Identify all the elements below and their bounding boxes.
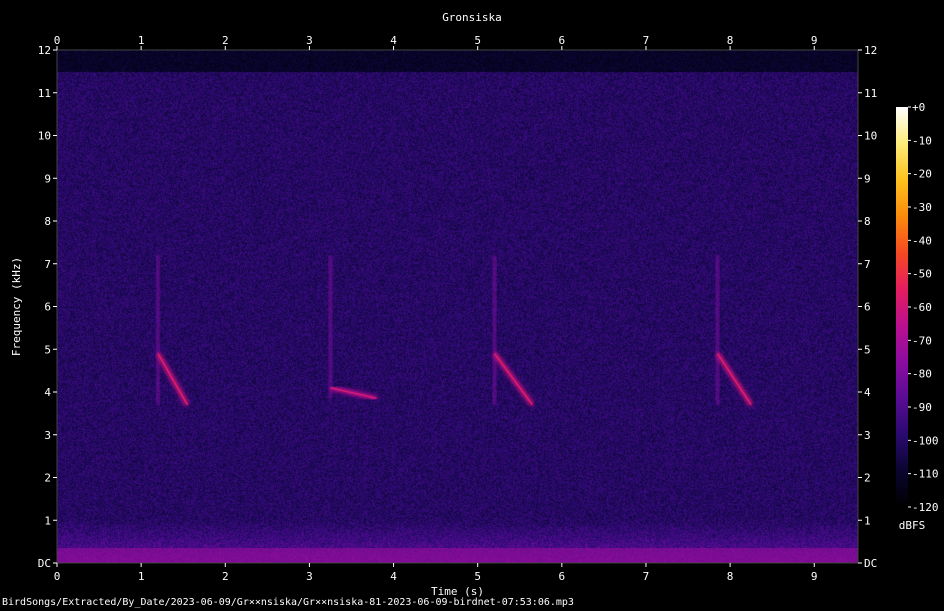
call-harmonic-column xyxy=(155,255,160,405)
call-harmonic-column xyxy=(492,255,497,405)
y-tick-label: 3 xyxy=(44,429,51,442)
y-tick-label-right: 8 xyxy=(864,215,871,228)
x-tick-label-top: 9 xyxy=(811,34,818,47)
chart-title: Gronsiska xyxy=(442,11,502,24)
x-tick-label: 3 xyxy=(306,570,313,583)
y-tick-label: 1 xyxy=(44,514,51,527)
y-tick-label-right: 12 xyxy=(864,44,877,57)
x-tick-label: 8 xyxy=(727,570,734,583)
spectrogram-low-band xyxy=(57,548,858,563)
colorbar-tick-label: -20 xyxy=(912,168,932,181)
colorbar-ticks: +0 -10 -20 -30 -40 -50 -60 -70 -80 -90 -100 -110 -12… xyxy=(908,101,939,514)
y-axis-label: Frequency (kHz) xyxy=(10,257,23,356)
y-tick-label-right: DC xyxy=(864,557,877,570)
x-tick-label-top: 0 xyxy=(54,34,61,47)
y-tick-label: 10 xyxy=(38,130,51,143)
y-tick-label-right: 1 xyxy=(864,514,871,527)
y-tick-label: 6 xyxy=(44,301,51,314)
y-tick-label-right: 3 xyxy=(864,429,871,442)
y-tick-label-right: 5 xyxy=(864,343,871,356)
colorbar-tick-label: -90 xyxy=(912,401,932,414)
x-tick-label: 2 xyxy=(222,570,229,583)
colorbar: +0 -10 -20 -30 -40 -50 -60 -70 -80 -90 -100 -110 -12… xyxy=(896,101,939,532)
x-tick-label-top: 6 xyxy=(559,34,566,47)
x-tick-label-top: 8 xyxy=(727,34,734,47)
y-tick-label: 7 xyxy=(44,258,51,271)
call-harmonic-column xyxy=(328,255,333,399)
x-tick-label-top: 3 xyxy=(306,34,313,47)
y-tick-label-right: 2 xyxy=(864,472,871,485)
y-tick-label-right: 6 xyxy=(864,301,871,314)
x-tick-label: 5 xyxy=(474,570,481,583)
y-tick-label-right: 10 xyxy=(864,130,877,143)
spectrogram-cutoff-region xyxy=(57,50,858,72)
x-tick-label: 1 xyxy=(138,570,145,583)
x-tick-label-top: 2 xyxy=(222,34,229,47)
x-tick-label: 6 xyxy=(559,570,566,583)
x-tick-label: 9 xyxy=(811,570,818,583)
y-tick-label: 12 xyxy=(38,44,51,57)
x-tick-label-top: 1 xyxy=(138,34,145,47)
plot-area xyxy=(56,49,859,564)
x-tick-label-top: 5 xyxy=(474,34,481,47)
y-tick-label-right: 9 xyxy=(864,172,871,185)
y-tick-label: 8 xyxy=(44,215,51,228)
colorbar-tick-label: -30 xyxy=(912,201,932,214)
colorbar-tick-label: -50 xyxy=(912,268,932,281)
colorbar-label: dBFS xyxy=(899,519,926,532)
spectrogram-noise xyxy=(57,50,858,563)
y-tick-label: 5 xyxy=(44,343,51,356)
colorbar-tick-label: -120 xyxy=(912,501,939,514)
colorbar-tick-label: -100 xyxy=(912,434,939,447)
colorbar-tick-label: -80 xyxy=(912,368,932,381)
colorbar-tick-label: -70 xyxy=(912,334,932,347)
source-file-path: BirdSongs/Extracted/By_Date/2023-06-09/G… xyxy=(2,597,574,608)
x-tick-label: 0 xyxy=(54,570,61,583)
x-tick-label: 4 xyxy=(390,570,397,583)
colorbar-tick-label: -40 xyxy=(912,234,932,247)
y-tick-label: 2 xyxy=(44,472,51,485)
colorbar-tick-label: -110 xyxy=(912,468,939,481)
colorbar-tick-label: -60 xyxy=(912,301,932,314)
y-tick-label: DC xyxy=(38,557,51,570)
y-tick-label-right: 7 xyxy=(864,258,871,271)
y-tick-label-right: 4 xyxy=(864,386,871,399)
colorbar-gradient xyxy=(896,107,908,507)
colorbar-tick-label: +0 xyxy=(912,101,925,114)
x-tick-label-top: 7 xyxy=(643,34,650,47)
y-tick-label-right: 11 xyxy=(864,87,877,100)
x-tick-label: 7 xyxy=(643,570,650,583)
call-harmonic-column xyxy=(715,255,720,405)
y-tick-label: 9 xyxy=(44,172,51,185)
colorbar-tick-label: -10 xyxy=(912,134,932,147)
spectrogram-figure: Gronsiska 00112233445566778899DC DC1 12 23 3… xyxy=(10,11,939,598)
x-tick-label-top: 4 xyxy=(390,34,397,47)
y-tick-label: 4 xyxy=(44,386,51,399)
y-tick-label: 11 xyxy=(38,87,51,100)
